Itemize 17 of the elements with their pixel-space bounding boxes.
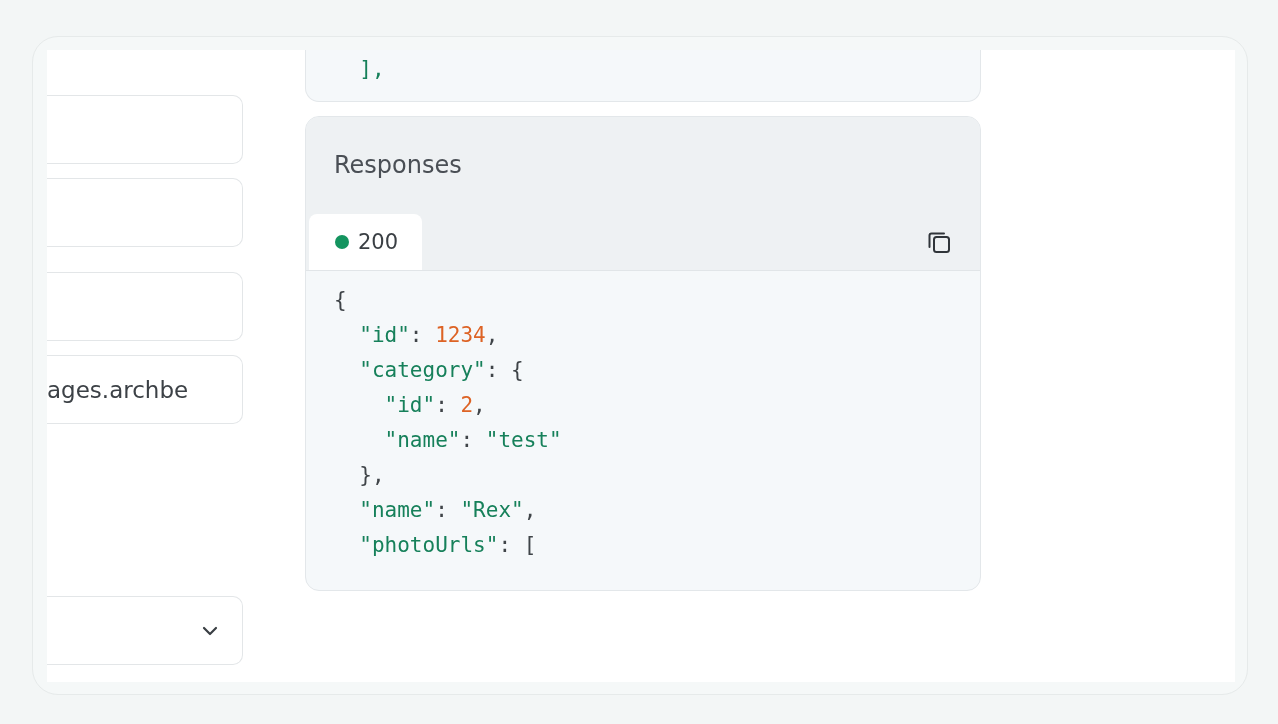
code-line: "name": "Rex",	[358, 497, 538, 524]
code-line: "category": {	[358, 357, 525, 384]
input-field[interactable]	[47, 272, 243, 341]
code-line: {	[334, 287, 348, 314]
input-field[interactable]: ages.archbe	[47, 355, 243, 424]
status-tab[interactable]: 200	[309, 214, 423, 270]
chevron-down-icon	[202, 625, 218, 636]
input-field[interactable]	[47, 178, 243, 247]
code-line: "name": "test"	[383, 427, 563, 454]
dropdown[interactable]	[47, 596, 243, 665]
code-line: "id": 1234,	[358, 322, 500, 349]
code-line: "photoUrls": [	[358, 532, 538, 559]
responses-title: Responses	[333, 150, 463, 181]
input-field[interactable]	[47, 95, 243, 164]
code-line: ],	[358, 56, 385, 83]
code-line: },	[358, 462, 386, 489]
code-line: "id": 2,	[383, 392, 487, 419]
